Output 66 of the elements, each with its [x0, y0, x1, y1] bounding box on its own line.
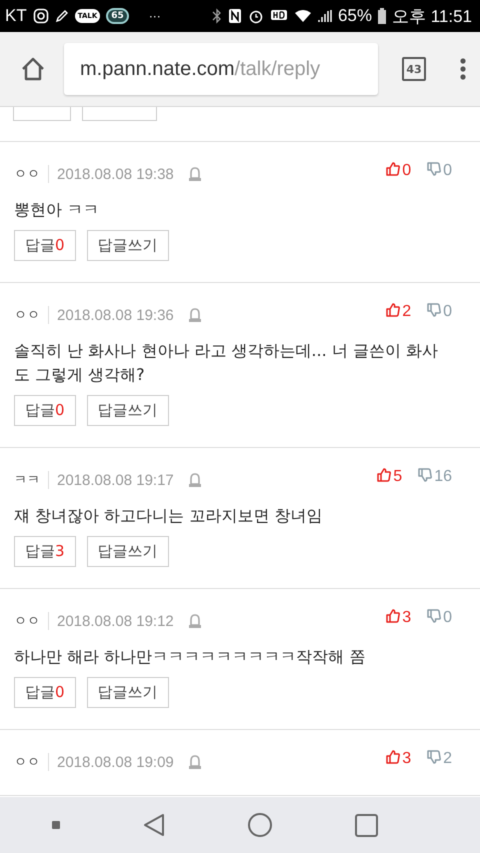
thumbs-up-icon — [386, 303, 400, 317]
back-icon[interactable] — [142, 813, 165, 837]
menu-icon — [460, 58, 466, 80]
thumbs-up-icon — [386, 750, 400, 764]
comment-author: ㅇㅇ — [14, 166, 40, 183]
comment-author: ㅇㅇ — [14, 307, 40, 324]
report-icon[interactable] — [188, 613, 202, 629]
comment-author: ㅇㅇ — [14, 613, 40, 630]
comment-author: ㅇㅇ — [14, 754, 40, 771]
menu-button[interactable] — [458, 56, 468, 82]
thumbs-down-icon — [427, 162, 442, 176]
carrier-label: KT — [5, 6, 27, 26]
thumbs-down-icon — [427, 609, 442, 623]
write-reply-button[interactable]: 답글쓰기 — [86, 536, 169, 567]
like-button[interactable]: 3 — [386, 750, 412, 768]
recents-icon[interactable] — [355, 814, 378, 836]
comment-date: 2018.08.08 19:17 — [57, 472, 174, 488]
wifi-icon — [294, 9, 312, 23]
thumbs-up-icon — [386, 609, 400, 623]
hd-icon — [270, 9, 288, 23]
pencil-icon — [54, 9, 69, 23]
comment-date: 2018.08.08 19:38 — [57, 166, 174, 182]
battery-icon — [378, 8, 386, 24]
thumbs-down-icon — [418, 468, 432, 482]
comment-author: ㅋㅋ — [14, 472, 40, 489]
write-reply-button[interactable]: 답글쓰기 — [86, 230, 169, 261]
reply-count-button[interactable]: 답글0 — [14, 395, 76, 426]
home-circle-icon[interactable] — [248, 813, 272, 837]
bluetooth-icon — [212, 8, 222, 24]
comment-text: 쟤 창녀잖아 하고다니는 꼬라지보면 창녀임 — [14, 505, 324, 527]
reply-count-button[interactable]: 답글0 — [14, 230, 76, 261]
reply-count-button[interactable] — [13, 107, 71, 121]
battery-percent: 65% — [338, 6, 372, 26]
reply-count-button[interactable]: 답글3 — [14, 536, 76, 567]
report-icon[interactable] — [188, 307, 202, 323]
comment-text: 하나만 해라 하나만ㅋㅋㅋㅋㅋㅋㅋㅋㅋ작작해 쫌 — [14, 646, 366, 668]
more-notifications: ··· — [148, 9, 161, 23]
comment-date: 2018.08.08 19:09 — [57, 754, 174, 770]
thumbs-down-icon — [427, 750, 442, 764]
report-icon[interactable] — [188, 754, 202, 770]
clock: 오후 11:51 — [392, 6, 472, 28]
thumbs-up-icon — [377, 468, 392, 482]
like-button[interactable]: 3 — [386, 609, 412, 627]
like-button[interactable]: 0 — [386, 162, 412, 180]
like-button[interactable]: 2 — [386, 303, 412, 321]
comment-text: 솔직히 난 화사나 현아나 라고 생각하는데... 너 글쓴이 화사도 그렇게 생각해? — [14, 340, 439, 386]
camera-icon — [32, 8, 49, 24]
write-reply-button[interactable] — [82, 107, 157, 121]
thumbs-down-icon — [427, 303, 442, 317]
comment-date: 2018.08.08 19:12 — [57, 612, 174, 630]
comment-text: 뽕현아 ㅋㅋ — [14, 199, 100, 221]
tab-count-button[interactable]: 43 — [402, 57, 426, 81]
write-reply-button[interactable]: 답글쓰기 — [86, 395, 169, 426]
report-icon[interactable] — [188, 166, 202, 182]
signal-icon — [318, 9, 332, 23]
comment-date: 2018.08.08 19:36 — [57, 306, 174, 324]
alarm-icon — [248, 8, 264, 24]
report-icon[interactable] — [188, 472, 202, 488]
count-badge: 65 — [106, 8, 129, 24]
reply-count-button[interactable]: 답글0 — [14, 677, 76, 708]
home-icon — [20, 56, 46, 82]
address-bar[interactable]: m.pann.nate.com/talk/reply — [64, 43, 378, 95]
nfc-icon — [228, 8, 242, 24]
write-reply-button[interactable]: 답글쓰기 — [86, 677, 169, 708]
like-button[interactable]: 5 — [377, 468, 402, 486]
thumbs-up-icon — [386, 162, 400, 176]
